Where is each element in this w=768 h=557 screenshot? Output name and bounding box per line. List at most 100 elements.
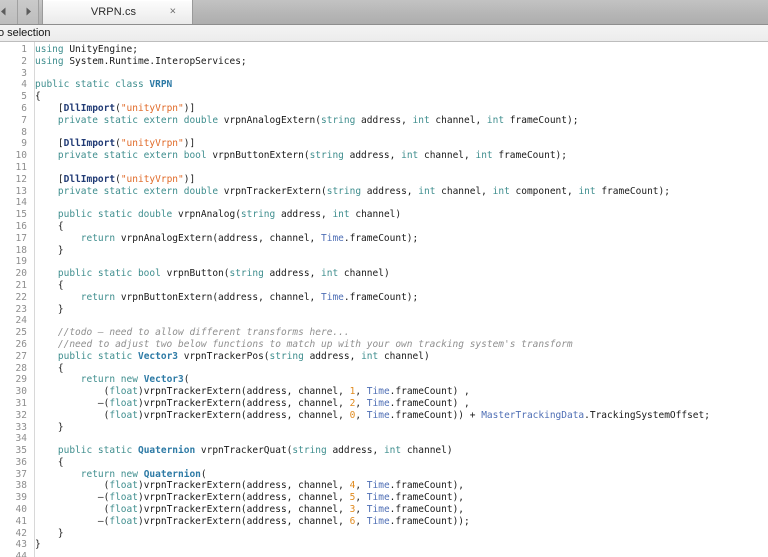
- token-typ: VRPN: [149, 79, 173, 91]
- token-kw: float: [109, 515, 138, 527]
- code-line-text: return new Vector3(: [31, 374, 768, 386]
- code-line[interactable]: 28 {: [0, 363, 768, 375]
- code-line[interactable]: 4 public static class VRPN: [0, 79, 768, 91]
- token-cls: Time: [366, 397, 390, 409]
- back-arrow-button[interactable]: [0, 0, 18, 24]
- code-line[interactable]: 7 private static extern double vrpnAnalo…: [0, 115, 768, 127]
- code-line-text: public static double vrpnAnalog(string a…: [31, 209, 768, 221]
- code-line-text: return new Quaternion(: [31, 469, 768, 481]
- code-line[interactable]: 25 //todo – need to allow different tran…: [0, 327, 768, 339]
- token-pln: ,: [355, 409, 367, 421]
- code-line[interactable]: 11: [0, 162, 768, 174]
- code-line[interactable]: 5{: [0, 91, 768, 103]
- line-number: 21: [15, 279, 27, 291]
- token-str: "unityVrpn": [120, 173, 184, 185]
- code-line-text: public static Vector3 vrpnTrackerPos(str…: [31, 351, 768, 363]
- close-icon[interactable]: ×: [170, 6, 176, 18]
- token-typ: Quaternion: [137, 445, 196, 457]
- line-number: 28: [15, 362, 27, 374]
- line-number: 1: [21, 44, 27, 55]
- code-line[interactable]: 2 using System.Runtime.InteropServices;: [0, 56, 768, 68]
- code-line[interactable]: 10 private static extern bool vrpnButton…: [0, 150, 768, 162]
- token-pln: .frameCount)) +: [389, 409, 482, 421]
- code-line-text: (float)vrpnTrackerExtern(address, channe…: [31, 410, 768, 422]
- code-line[interactable]: 42 }: [0, 528, 768, 540]
- code-line[interactable]: 37 return new Quaternion(: [0, 469, 768, 481]
- token-kw: public static class: [35, 79, 150, 91]
- editor-tab-vrpn-cs[interactable]: VRPN.cs ×: [42, 0, 193, 24]
- code-line[interactable]: 9 [DllImport("unityVrpn")]: [0, 138, 768, 150]
- selection-status-label: No selection: [0, 27, 51, 39]
- token-kw: int: [412, 114, 430, 126]
- line-number: 15: [15, 209, 27, 221]
- code-line[interactable]: 22 return vrpnButtonExtern(address, chan…: [0, 292, 768, 304]
- line-number: 11: [15, 161, 27, 173]
- code-line[interactable]: 24: [0, 315, 768, 327]
- code-line[interactable]: 3: [0, 68, 768, 80]
- code-line[interactable]: 16 {: [0, 221, 768, 233]
- code-line[interactable]: 35 public static Quaternion vrpnTrackerQ…: [0, 445, 768, 457]
- token-pln: [35, 374, 81, 385]
- code-line-text: }: [31, 528, 768, 540]
- code-line[interactable]: 27 public static Vector3 vrpnTrackerPos(…: [0, 351, 768, 363]
- line-number: 24: [15, 315, 27, 327]
- token-cmt: //need to adjust two below functions to …: [57, 338, 573, 350]
- code-line[interactable]: 29 return new Vector3(: [0, 374, 768, 386]
- code-line[interactable]: 18 }: [0, 245, 768, 257]
- code-line[interactable]: 23 }: [0, 304, 768, 316]
- line-number: 42: [15, 527, 27, 539]
- line-number: 10: [15, 150, 27, 162]
- token-pln: vrpnTrackerPos(: [178, 350, 270, 362]
- code-line[interactable]: 38 (float)vrpnTrackerExtern(address, cha…: [0, 480, 768, 492]
- code-line-text: public static Quaternion vrpnTrackerQuat…: [31, 445, 768, 457]
- code-line[interactable]: 32 (float)vrpnTrackerExtern(address, cha…: [0, 410, 768, 422]
- code-line[interactable]: 14: [0, 197, 768, 209]
- token-pln: –(: [35, 397, 110, 409]
- token-pln: –(: [35, 492, 110, 504]
- source-code-lines[interactable]: 1 using UnityEngine; 2 using System.Runtime…: [0, 42, 768, 557]
- code-line[interactable]: 15 public static double vrpnAnalog(strin…: [0, 209, 768, 221]
- line-number: 41: [15, 515, 27, 527]
- token-kw: private static extern double: [57, 185, 219, 197]
- code-line[interactable]: 33 }: [0, 422, 768, 434]
- code-line-text: [31, 256, 768, 268]
- tab-title: VRPN.cs: [90, 6, 137, 18]
- code-line[interactable]: 21 {: [0, 280, 768, 292]
- code-line[interactable]: 41 –(float)vrpnTrackerExtern(address, ch…: [0, 516, 768, 528]
- token-pln: [35, 233, 81, 244]
- token-kw: float: [109, 409, 138, 421]
- token-pln: [: [35, 173, 64, 185]
- code-line[interactable]: 40 (float)vrpnTrackerExtern(address, cha…: [0, 504, 768, 516]
- code-line[interactable]: 36 {: [0, 457, 768, 469]
- code-line[interactable]: 8: [0, 127, 768, 139]
- code-line[interactable]: 43}: [0, 539, 768, 551]
- code-line[interactable]: 12 [DllImport("unityVrpn")]: [0, 174, 768, 186]
- jump-bar[interactable]: No selection: [0, 25, 768, 42]
- code-line[interactable]: 44: [0, 551, 768, 557]
- code-line[interactable]: 13 private static extern double vrpnTrac…: [0, 186, 768, 198]
- code-line[interactable]: 6 [DllImport("unityVrpn")]: [0, 103, 768, 115]
- line-number: 40: [15, 504, 27, 516]
- code-line[interactable]: 19: [0, 256, 768, 268]
- code-line[interactable]: 17 return vrpnAnalogExtern(address, chan…: [0, 233, 768, 245]
- code-editor-pane[interactable]: 1 using UnityEngine; 2 using System.Runtime…: [0, 42, 768, 557]
- token-pln: {: [35, 91, 41, 103]
- token-pln: System.Runtime.InteropServices;: [63, 55, 247, 67]
- code-line-text: }: [31, 422, 768, 434]
- token-pln: )]: [183, 173, 196, 185]
- line-number: 30: [15, 386, 27, 398]
- token-pln: [35, 186, 58, 197]
- line-number: 19: [15, 256, 27, 268]
- code-line[interactable]: 31 –(float)vrpnTrackerExtern(address, ch…: [0, 398, 768, 410]
- token-pln: channel): [338, 268, 390, 280]
- code-line-text: [DllImport("unityVrpn")]: [31, 138, 768, 150]
- code-line[interactable]: 39 –(float)vrpnTrackerExtern(address, ch…: [0, 492, 768, 504]
- code-line[interactable]: 34: [0, 433, 768, 445]
- code-line[interactable]: 1 using UnityEngine;: [0, 44, 768, 56]
- token-pln: }: [35, 244, 64, 256]
- line-number: 20: [15, 268, 27, 280]
- code-line[interactable]: 26 //need to adjust two below functions …: [0, 339, 768, 351]
- code-line[interactable]: 20 public static bool vrpnButton(string …: [0, 268, 768, 280]
- code-line[interactable]: 30 (float)vrpnTrackerExtern(address, cha…: [0, 386, 768, 398]
- token-kw: return: [80, 232, 116, 244]
